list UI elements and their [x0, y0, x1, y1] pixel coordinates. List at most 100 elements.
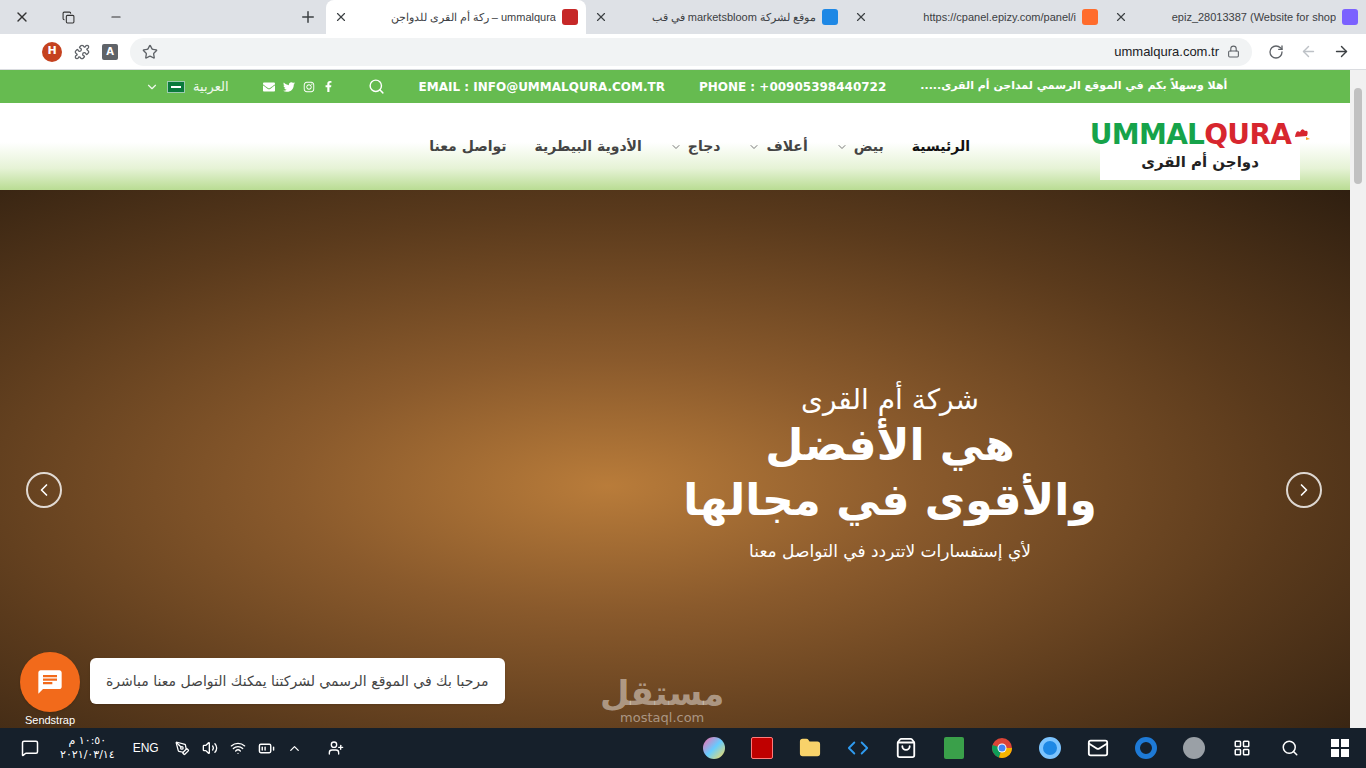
slider-next-button[interactable]: [1286, 472, 1322, 508]
volume-icon[interactable]: [202, 740, 218, 756]
browser-toolbar: H Aummalqura.com.tr: [0, 34, 1366, 70]
back-arrow-icon[interactable]: [1333, 43, 1350, 60]
nav-item[interactable]: دجاج: [670, 136, 721, 157]
tab-strip: ummalqura – ركة أم القرى للدواجن موقع لشر…: [0, 0, 1366, 34]
social-links: [263, 81, 334, 93]
nav-item[interactable]: تواصل معنا: [429, 136, 506, 157]
lock-icon: [1227, 45, 1240, 58]
tab-title: ummalqura – ركة أم القرى للدواجن: [354, 9, 556, 26]
url-text: ummalqura.com.tr: [1114, 42, 1219, 62]
rooster-comb-icon: [1292, 127, 1310, 149]
wifi-icon[interactable]: [230, 740, 246, 756]
clock[interactable]: ١٠:٥٠ م٢٠٢١/٠٣/١٤: [60, 734, 115, 763]
nav-item[interactable]: أعلاف: [748, 136, 807, 157]
chevron-left-icon: [34, 480, 54, 500]
search-icon[interactable]: [368, 78, 385, 95]
close-window-button[interactable]: [0, 0, 44, 34]
vscode-app-icon[interactable]: [834, 728, 882, 768]
plus-icon: [299, 8, 317, 26]
file-explorer-icon[interactable]: [786, 728, 834, 768]
chat-widget[interactable]: Sendstrap: [20, 652, 80, 728]
site-header: الرئيسية بيض أعلاف دجاج الأدوية البيطرية تواص…: [0, 103, 1350, 190]
tab-title: موقع لشركة marketsbloom في قب: [614, 9, 816, 26]
mail-app-icon[interactable]: [1074, 728, 1122, 768]
site-logo[interactable]: UMMALQURAدواجن أم القرى: [1100, 114, 1300, 180]
filezilla-app-icon[interactable]: [738, 728, 786, 768]
photo-app-icon[interactable]: [1026, 728, 1074, 768]
nav-item[interactable]: الأدوية البيطرية: [535, 136, 642, 157]
reload-icon[interactable]: [1268, 44, 1284, 60]
bookmark-star-icon[interactable]: [142, 44, 158, 60]
paint-app-icon[interactable]: [690, 728, 738, 768]
extensions-icon[interactable]: [74, 44, 90, 60]
close-tab-icon[interactable]: [594, 10, 608, 24]
restore-window-button[interactable]: [44, 0, 92, 34]
taskbar-search-icon[interactable]: [1266, 728, 1314, 768]
minimize-window-button[interactable]: [92, 0, 140, 34]
favicon-icon: [822, 9, 838, 25]
scrollbar-thumb[interactable]: [1354, 88, 1362, 184]
new-tab-button[interactable]: [290, 0, 326, 34]
grey-app-icon[interactable]: [1170, 728, 1218, 768]
welcome-text: أهلا وسهلاً بكم في الموقع الرسمي لمداجن …: [920, 78, 1227, 95]
minimize-icon: [109, 10, 123, 24]
hero-slider: شركة أم القرىهي الأفضلوالأقوى في مجالهال…: [0, 190, 1350, 728]
favicon-icon: [562, 9, 578, 25]
windows-logo-icon: [1331, 739, 1349, 757]
screen: ummalqura – ركة أم القرى للدواجن موقع لشر…: [0, 0, 1366, 768]
nav-item[interactable]: بيض: [836, 136, 884, 157]
chevron-down-icon: [836, 141, 848, 153]
translate-badge[interactable]: A: [102, 44, 118, 60]
chrome-app-icon[interactable]: [978, 728, 1026, 768]
tray-expand-icon[interactable]: [287, 741, 302, 756]
main-nav: الرئيسية بيض أعلاف دجاج الأدوية البيطرية تواص…: [429, 136, 970, 157]
phone-text: PHONE : +00905398440722: [699, 78, 886, 96]
instagram-icon[interactable]: [303, 81, 315, 93]
battery-icon[interactable]: [258, 740, 275, 757]
tab-title: https://cpanel.epizy.com/panel/i: [874, 9, 1076, 26]
taskbar: ١٠:٥٠ م٢٠٢١/٠٣/١٤ ENG: [0, 728, 1366, 768]
facebook-icon[interactable]: [323, 81, 334, 92]
close-tab-icon[interactable]: [334, 10, 348, 24]
favicon-icon: [1082, 9, 1098, 25]
start-button[interactable]: [1314, 728, 1366, 768]
slider-prev-button[interactable]: [26, 472, 62, 508]
task-view-icon[interactable]: [1218, 728, 1266, 768]
language-selector[interactable]: العربية: [145, 77, 229, 97]
chevron-down-icon: [748, 141, 760, 153]
omnibox[interactable]: ummalqura.com.tr: [130, 38, 1252, 66]
page-scrollbar[interactable]: [1350, 70, 1366, 728]
profile-avatar[interactable]: H: [42, 42, 62, 62]
tab-title: epiz_28013387 (Website for shop: [1134, 9, 1336, 26]
forward-arrow-icon[interactable]: [1300, 43, 1317, 60]
favicon-icon: [1342, 9, 1358, 25]
chat-bubble[interactable]: مرحبا بك في الموقع الرسمي لشركتنا يمكنك …: [90, 658, 505, 704]
nav-item[interactable]: الرئيسية: [912, 136, 970, 157]
people-icon[interactable]: [328, 740, 344, 756]
notifications-icon[interactable]: [21, 739, 39, 757]
edge-app-icon[interactable]: [1122, 728, 1170, 768]
browser-tab[interactable]: https://cpanel.epizy.com/panel/i: [846, 0, 1106, 34]
browser-tab[interactable]: ummalqura – ركة أم القرى للدواجن: [326, 0, 586, 34]
close-icon: [14, 9, 30, 25]
twitter-icon[interactable]: [283, 81, 295, 93]
browser-tab[interactable]: موقع لشركة marketsbloom في قب: [586, 0, 846, 34]
chevron-down-icon: [670, 141, 682, 153]
input-language[interactable]: ENG: [133, 739, 159, 757]
pen-icon[interactable]: [175, 741, 190, 756]
email-text: EMAIL : INFO@UMMALQURA.COM.TR: [419, 78, 665, 96]
close-tab-icon[interactable]: [1114, 10, 1128, 24]
browser-tab[interactable]: epiz_28013387 (Website for shop: [1106, 0, 1366, 34]
flag-icon: [167, 81, 185, 93]
chat-icon: [36, 668, 64, 696]
spreadsheet-app-icon[interactable]: [930, 728, 978, 768]
site-topbar: العربية EMAIL : INFO@UMMALQURA.COM.TR PHON…: [0, 70, 1350, 103]
store-app-icon[interactable]: [882, 728, 930, 768]
close-tab-icon[interactable]: [854, 10, 868, 24]
mail-icon[interactable]: [263, 81, 275, 93]
restore-icon: [62, 11, 75, 24]
chevron-right-icon: [1294, 480, 1314, 500]
watermark: مستقلmostaql.com: [600, 676, 724, 726]
window-controls: [0, 0, 140, 34]
chevron-down-icon: [145, 80, 159, 94]
